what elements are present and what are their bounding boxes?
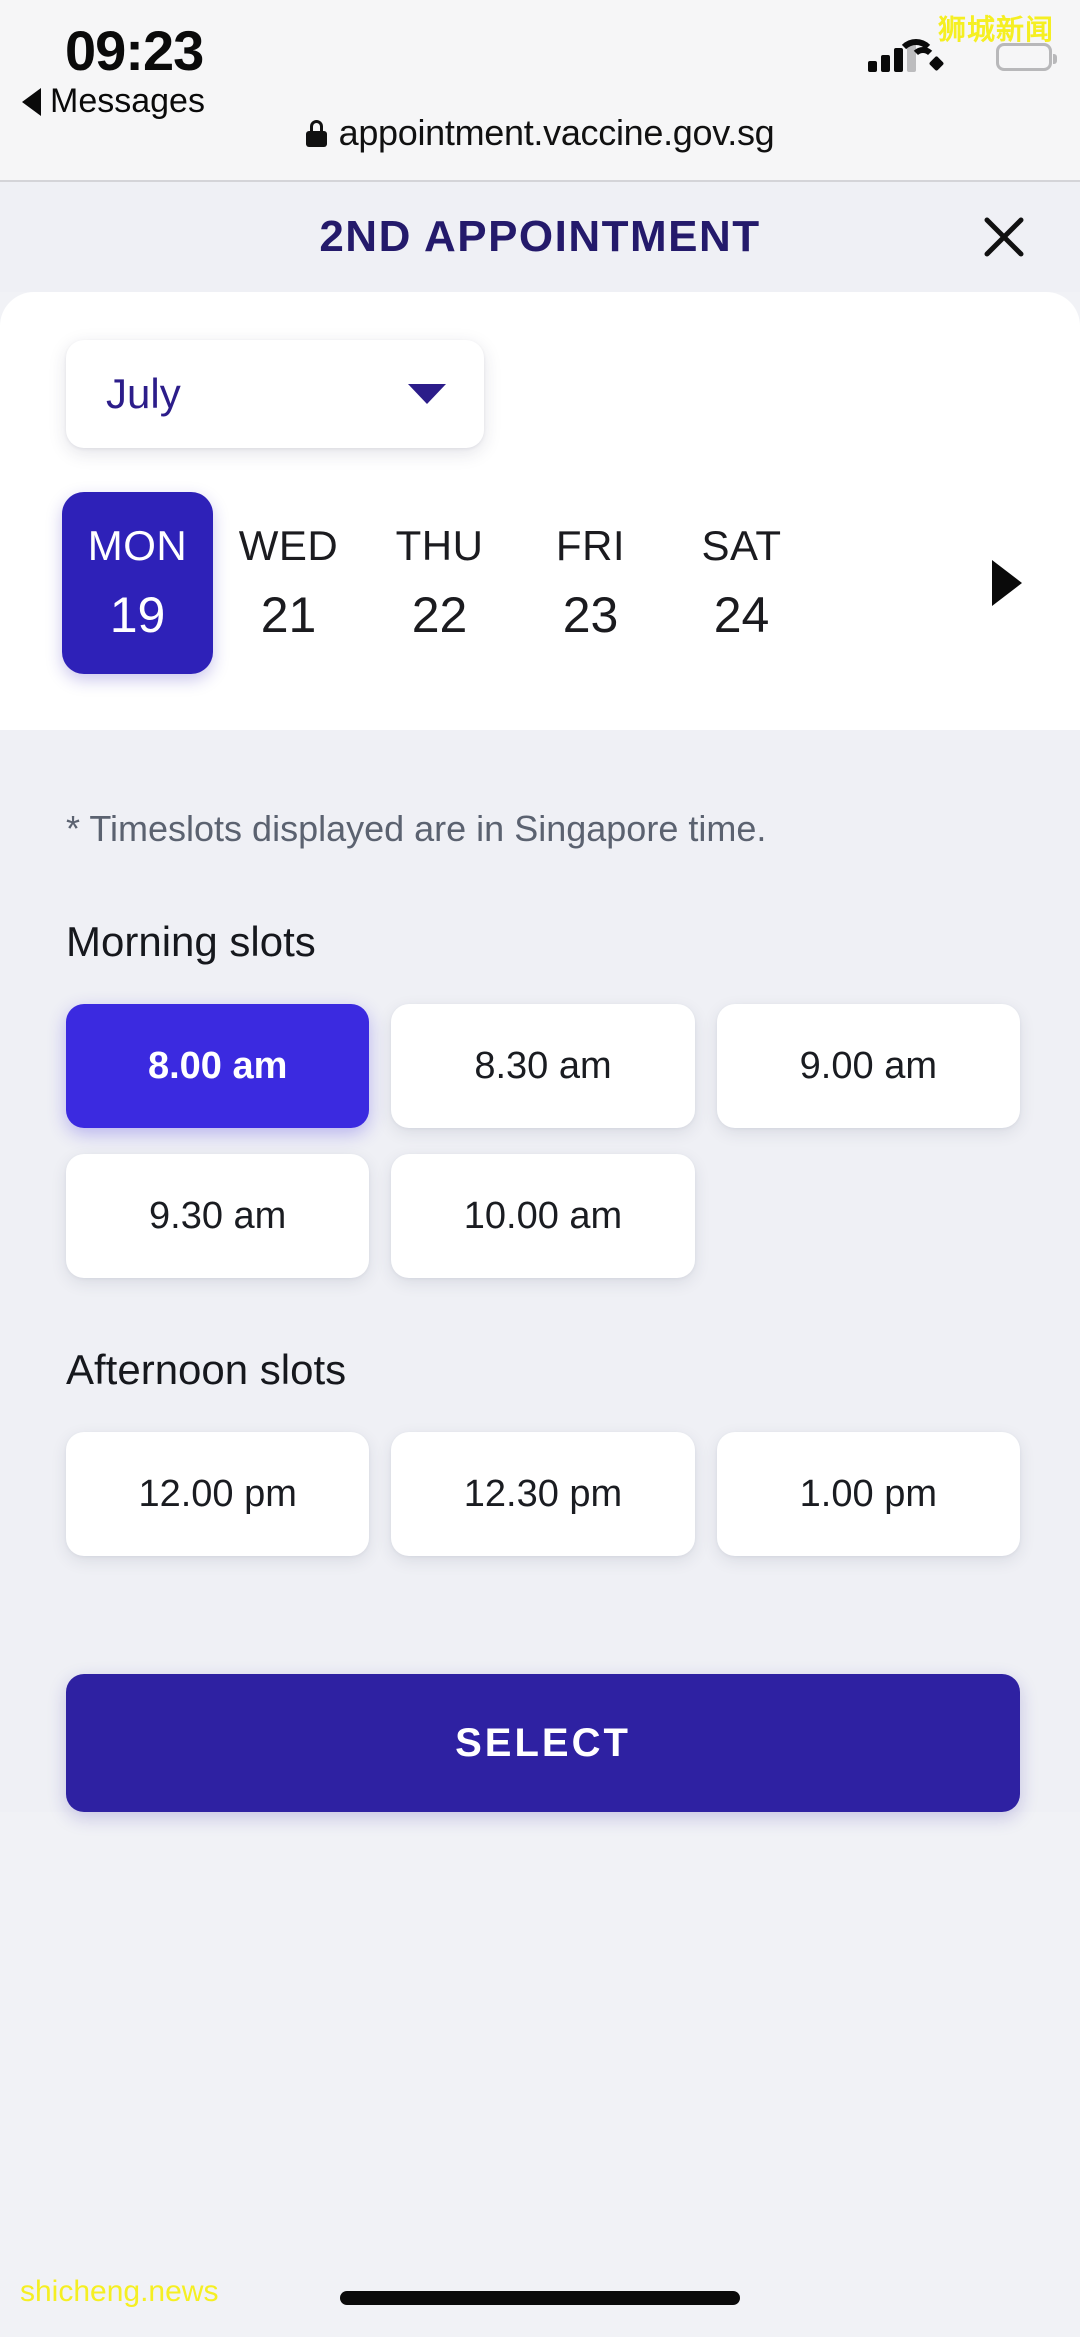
status-bar: 09:23 Messages 狮城新闻 appointment.vaccine.… bbox=[0, 0, 1080, 182]
date-chip-fri-23[interactable]: FRI 23 bbox=[515, 492, 666, 674]
padlock-icon bbox=[305, 119, 327, 147]
page-title: 2ND APPOINTMENT bbox=[319, 212, 761, 261]
date-chip-dow: FRI bbox=[555, 522, 626, 569]
slot-1000am[interactable]: 10.00 am bbox=[391, 1154, 695, 1278]
date-chip-thu-22[interactable]: THU 22 bbox=[364, 492, 515, 674]
date-chip-dow: MON bbox=[87, 522, 188, 569]
url-text: appointment.vaccine.gov.sg bbox=[338, 112, 775, 153]
app-header: 2ND APPOINTMENT bbox=[0, 182, 1080, 292]
month-dropdown[interactable]: July bbox=[66, 340, 484, 448]
date-chip-day: 24 bbox=[713, 587, 770, 643]
date-chip-dow: THU bbox=[395, 522, 484, 569]
afternoon-slots-title: Afternoon slots bbox=[66, 1346, 347, 1393]
battery-full-icon bbox=[996, 43, 1057, 71]
date-chip-dow: SAT bbox=[701, 522, 782, 569]
select-button-wrap: SELECT bbox=[0, 1674, 1080, 1812]
date-selector-row: MON 19 WED 21 THU 22 FRI 23 SAT 24 bbox=[0, 492, 1080, 674]
date-chip-day: 21 bbox=[260, 587, 317, 643]
slots-section: * Timeslots displayed are in Singapore t… bbox=[0, 730, 1080, 1812]
date-chip-dow: WED bbox=[238, 522, 339, 569]
date-chip-day: 19 bbox=[109, 587, 166, 643]
date-chip-sat-24[interactable]: SAT 24 bbox=[666, 492, 817, 674]
slot-1200pm[interactable]: 12.00 pm bbox=[66, 1432, 370, 1556]
status-time: 09:23 bbox=[65, 19, 204, 82]
date-chip-wed-21[interactable]: WED 21 bbox=[213, 492, 364, 674]
slot-830am[interactable]: 8.30 am bbox=[391, 1004, 695, 1128]
morning-slots-grid: 8.00 am 8.30 am 9.00 am 9.30 am 10.00 am bbox=[0, 1004, 1080, 1278]
footer: shicheng.news bbox=[0, 2217, 1080, 2337]
month-dropdown-value: July bbox=[106, 370, 181, 417]
next-dates-button[interactable] bbox=[972, 548, 1042, 618]
triangle-right-icon bbox=[992, 560, 1022, 606]
calendar-card: July MON 19 WED 21 THU 22 FRI 23 SAT 24 bbox=[0, 292, 1080, 730]
close-icon bbox=[984, 217, 1024, 257]
status-icons bbox=[868, 39, 1057, 72]
slot-1230pm[interactable]: 12.30 pm bbox=[391, 1432, 695, 1556]
slot-930am[interactable]: 9.30 am bbox=[66, 1154, 370, 1278]
slot-placeholder bbox=[717, 1154, 1020, 1278]
home-indicator[interactable] bbox=[340, 2291, 740, 2305]
slot-100pm[interactable]: 1.00 pm bbox=[716, 1432, 1020, 1556]
watermark-bottom: shicheng.news bbox=[20, 2275, 219, 2308]
chevron-down-icon bbox=[408, 384, 446, 404]
slot-900am[interactable]: 9.00 am bbox=[716, 1004, 1020, 1128]
browser-url-bar[interactable]: appointment.vaccine.gov.sg bbox=[0, 112, 1080, 154]
afternoon-slots-grid: 12.00 pm 12.30 pm 1.00 pm bbox=[0, 1432, 1080, 1556]
close-button[interactable] bbox=[976, 209, 1032, 265]
date-chip-day: 22 bbox=[411, 587, 468, 643]
timezone-note: * Timeslots displayed are in Singapore t… bbox=[66, 808, 767, 849]
wifi-icon bbox=[896, 39, 976, 72]
date-chip-mon-19[interactable]: MON 19 bbox=[62, 492, 213, 674]
select-button[interactable]: SELECT bbox=[66, 1674, 1020, 1812]
phone-screen: 09:23 Messages 狮城新闻 appointment.vaccine.… bbox=[0, 0, 1080, 2337]
morning-slots-title: Morning slots bbox=[66, 918, 316, 965]
date-chip-day: 23 bbox=[562, 587, 619, 643]
slot-800am[interactable]: 8.00 am bbox=[66, 1004, 370, 1128]
